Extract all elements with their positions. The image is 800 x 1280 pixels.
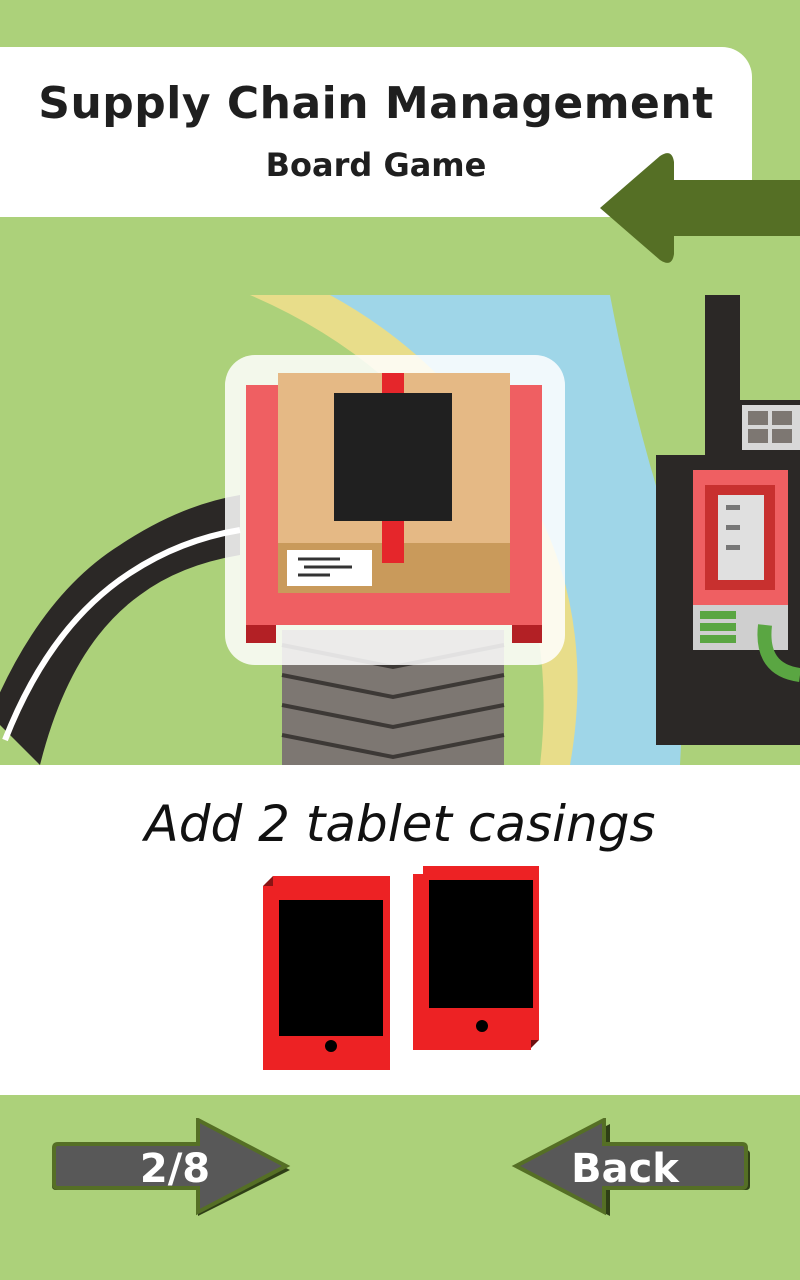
back-arrow-icon[interactable] xyxy=(590,150,800,268)
back-arrow-button[interactable]: Back xyxy=(510,1118,760,1218)
tablet-casing-icon xyxy=(263,876,390,1070)
tablet-casings-illustration xyxy=(263,866,539,1070)
tablet-casing-icon xyxy=(413,866,539,1050)
back-button-label: Back xyxy=(571,1146,679,1192)
page-title: Supply Chain Management xyxy=(38,78,714,129)
next-arrow-button[interactable]: 2/8 xyxy=(50,1118,300,1218)
page-indicator: 2/8 xyxy=(139,1146,211,1192)
card-instruction: Add 2 tablet casings xyxy=(144,795,656,853)
board-scene xyxy=(0,295,800,765)
